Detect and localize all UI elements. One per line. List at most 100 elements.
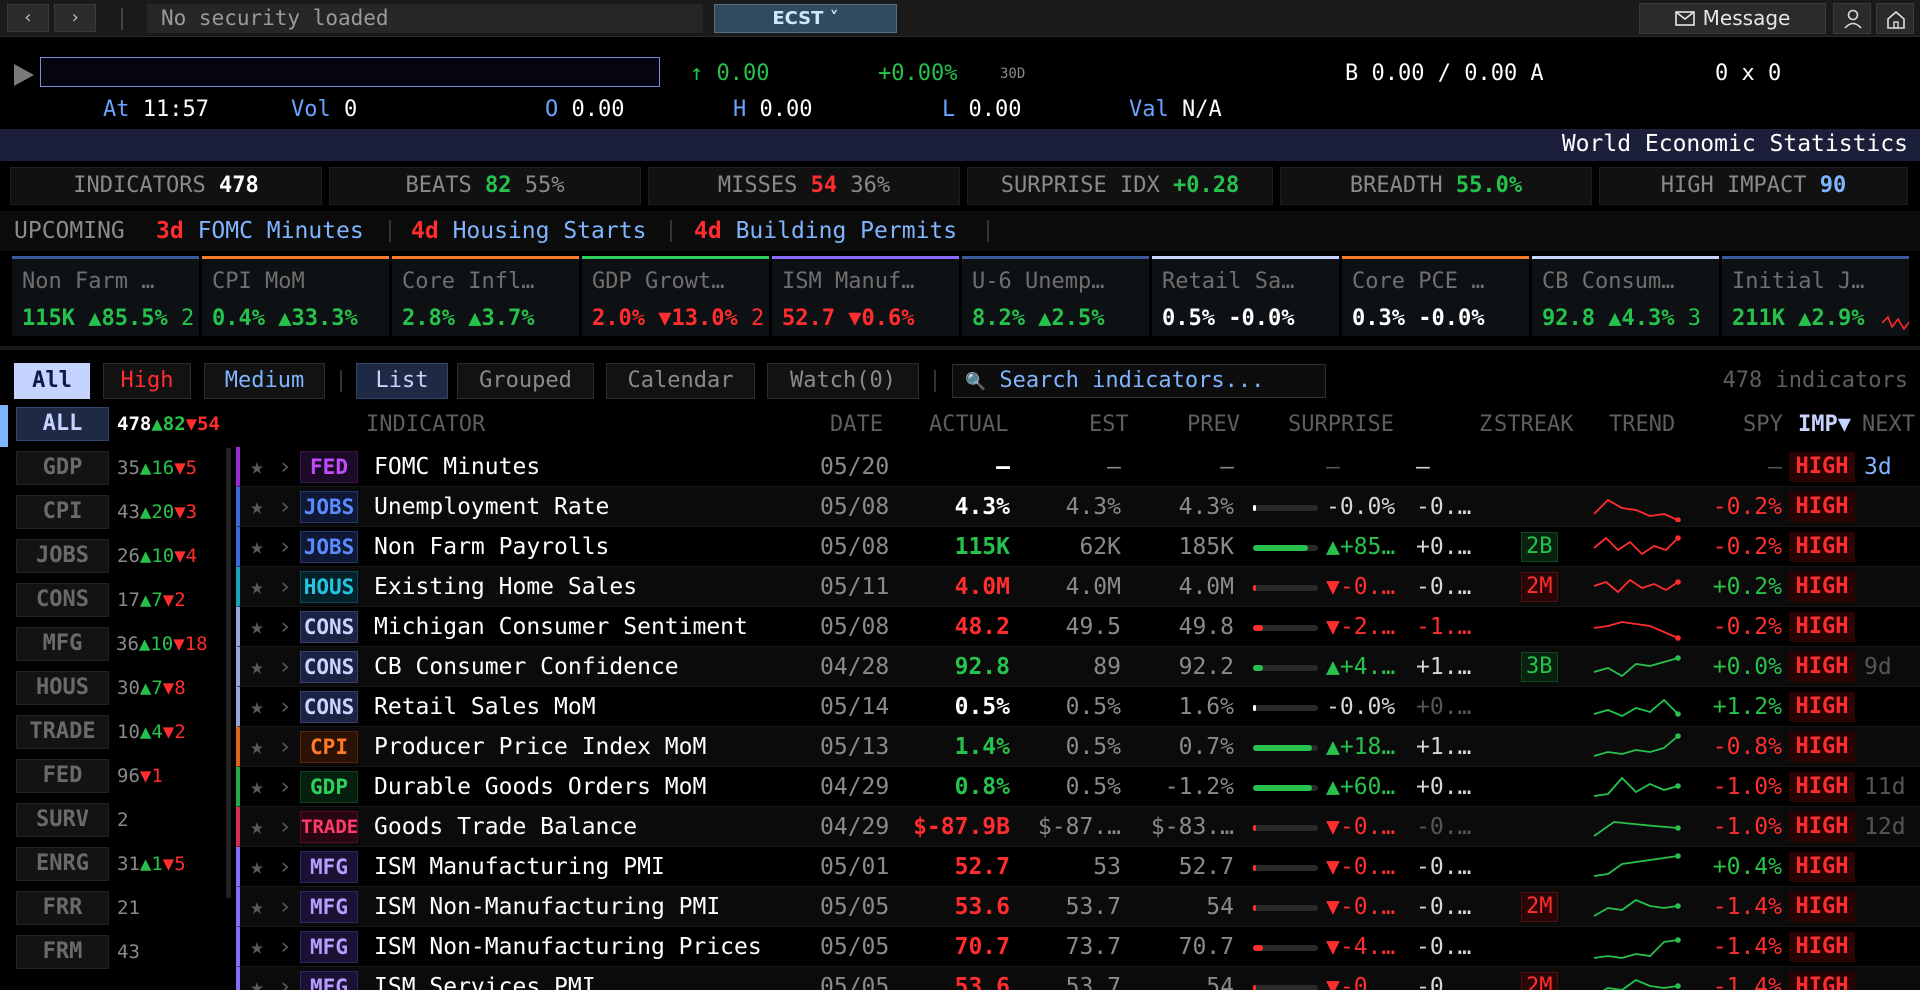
back-button[interactable]: ‹: [7, 4, 49, 32]
ticker-card[interactable]: Core Infl… 2.8% ▲3.7%: [392, 256, 579, 336]
home-button[interactable]: [1876, 3, 1914, 34]
category-frr-button[interactable]: FRR: [16, 891, 109, 925]
function-dropdown[interactable]: ECST ˅: [714, 4, 897, 33]
col-surprise[interactable]: SURPRISE: [1288, 412, 1394, 437]
col-spy[interactable]: SPY: [1743, 412, 1783, 437]
view-list-button[interactable]: List: [356, 363, 448, 399]
table-row[interactable]: ★ › CONS Retail Sales MoM 05/14 0.5% 0.5% 1.6% -…: [236, 687, 1920, 727]
table-row[interactable]: ★ › CONS Michigan Consumer Sentiment 05/08 48…: [236, 607, 1920, 647]
star-icon[interactable]: ★: [250, 734, 264, 760]
ticker-card[interactable]: Retail Sa… 0.5% -0.0%: [1152, 256, 1339, 336]
filter-all-button[interactable]: All: [14, 363, 90, 399]
indicator-name[interactable]: Existing Home Sales: [374, 574, 637, 600]
ticker-card[interactable]: Non Farm … 115K ▲85.5% 2: [12, 256, 199, 336]
category-trade-button[interactable]: TRADE: [16, 715, 109, 749]
card-scrollbar[interactable]: [0, 346, 1920, 350]
category-hous-button[interactable]: HOUS: [16, 671, 109, 705]
indicator-name[interactable]: Retail Sales MoM: [374, 694, 596, 720]
category-enrg-button[interactable]: ENRG: [16, 847, 109, 881]
star-icon[interactable]: ★: [250, 854, 264, 880]
col-est[interactable]: EST: [1089, 412, 1129, 437]
star-icon[interactable]: ★: [250, 894, 264, 920]
play-icon[interactable]: [14, 64, 34, 86]
sidebar-scrollbar[interactable]: [226, 448, 231, 898]
security-key-input[interactable]: [40, 57, 660, 87]
star-icon[interactable]: ★: [250, 934, 264, 960]
category-frm-button[interactable]: FRM: [16, 935, 109, 969]
category-jobs-button[interactable]: JOBS: [16, 539, 109, 573]
star-icon[interactable]: ★: [250, 574, 264, 600]
indicator-name[interactable]: ISM Manufacturing PMI: [374, 854, 665, 880]
indicator-name[interactable]: Durable Goods Orders MoM: [374, 774, 706, 800]
col-date[interactable]: DATE: [830, 412, 883, 437]
table-row[interactable]: ★ › MFG ISM Non-Manufacturing PMI 05/05 53.6 5…: [236, 887, 1920, 927]
table-row[interactable]: ★ › FED FOMC Minutes 05/20 — — — — — — HIGH 3d: [236, 447, 1920, 487]
table-row[interactable]: ★ › MFG ISM Manufacturing PMI 05/01 52.7 53 52.…: [236, 847, 1920, 887]
category-surv-button[interactable]: SURV: [16, 803, 109, 837]
star-icon[interactable]: ★: [250, 454, 264, 480]
chevron-right-icon[interactable]: ›: [278, 654, 292, 680]
ticker-card[interactable]: Initial J… 211K ▲2.9%: [1722, 256, 1909, 336]
view-calendar-button[interactable]: Calendar: [606, 363, 755, 399]
star-icon[interactable]: ★: [250, 534, 264, 560]
category-cpi-button[interactable]: CPI: [16, 495, 109, 529]
message-button[interactable]: Message: [1639, 3, 1826, 34]
indicator-name[interactable]: ISM Non-Manufacturing Prices: [374, 934, 762, 960]
category-gdp-button[interactable]: GDP: [16, 451, 109, 485]
col-streak[interactable]: STREAK: [1494, 412, 1573, 437]
col-z[interactable]: Z: [1479, 412, 1492, 437]
star-icon[interactable]: ★: [250, 614, 264, 640]
category-all-button[interactable]: ALL: [16, 407, 109, 441]
search-input[interactable]: 🔍 Search indicators...: [952, 364, 1326, 398]
star-icon[interactable]: ★: [250, 974, 264, 990]
chevron-right-icon[interactable]: ›: [278, 774, 292, 800]
star-icon[interactable]: ★: [250, 694, 264, 720]
view-watch-button[interactable]: Watch(0): [767, 363, 919, 399]
security-input[interactable]: No security loaded: [147, 4, 703, 33]
table-row[interactable]: ★ › MFG ISM Non-Manufacturing Prices 05/05 70…: [236, 927, 1920, 967]
table-row[interactable]: ★ › JOBS Non Farm Payrolls 05/08 115K 62K 185K ▲…: [236, 527, 1920, 567]
upcoming-item[interactable]: 4d Housing Starts: [411, 211, 646, 251]
ticker-card[interactable]: GDP Growt… 2.0% ▼13.0% 2: [582, 256, 769, 336]
indicator-name[interactable]: CB Consumer Confidence: [374, 654, 679, 680]
chevron-right-icon[interactable]: ›: [278, 454, 292, 480]
ticker-card[interactable]: CPI MoM 0.4% ▲33.3%: [202, 256, 389, 336]
col-impact[interactable]: IMP▼: [1798, 412, 1851, 437]
ticker-card[interactable]: CB Consum… 92.8 ▲4.3% 3: [1532, 256, 1719, 336]
table-row[interactable]: ★ › TRADE Goods Trade Balance 04/29 $-87.9B $-…: [236, 807, 1920, 847]
table-row[interactable]: ★ › MFG ISM Services PMI 05/05 53.6 53.7 54 ▼-0.…: [236, 967, 1920, 990]
indicator-name[interactable]: ISM Non-Manufacturing PMI: [374, 894, 720, 920]
table-row[interactable]: ★ › CONS CB Consumer Confidence 04/28 92.8 89 9…: [236, 647, 1920, 687]
table-row[interactable]: ★ › HOUS Existing Home Sales 05/11 4.0M 4.0M 4.…: [236, 567, 1920, 607]
filter-medium-button[interactable]: Medium: [204, 363, 325, 399]
chevron-right-icon[interactable]: ›: [278, 814, 292, 840]
view-grouped-button[interactable]: Grouped: [457, 363, 594, 399]
table-row[interactable]: ★ › GDP Durable Goods Orders MoM 04/29 0.8% 0.…: [236, 767, 1920, 807]
ticker-card[interactable]: Core PCE … 0.3% -0.0%: [1342, 256, 1529, 336]
indicator-name[interactable]: FOMC Minutes: [374, 454, 540, 480]
col-prev[interactable]: PREV: [1187, 412, 1240, 437]
star-icon[interactable]: ★: [250, 774, 264, 800]
indicator-name[interactable]: Non Farm Payrolls: [374, 534, 609, 560]
upcoming-item[interactable]: 3d FOMC Minutes: [156, 211, 364, 251]
star-icon[interactable]: ★: [250, 814, 264, 840]
chevron-right-icon[interactable]: ›: [278, 854, 292, 880]
user-button[interactable]: [1833, 3, 1871, 34]
chevron-right-icon[interactable]: ›: [278, 574, 292, 600]
star-icon[interactable]: ★: [250, 494, 264, 520]
chevron-right-icon[interactable]: ›: [278, 974, 292, 990]
star-icon[interactable]: ★: [250, 654, 264, 680]
chevron-right-icon[interactable]: ›: [278, 934, 292, 960]
indicator-name[interactable]: Michigan Consumer Sentiment: [374, 614, 748, 640]
col-indicator[interactable]: INDICATOR: [366, 412, 485, 437]
indicator-name[interactable]: Goods Trade Balance: [374, 814, 637, 840]
chevron-right-icon[interactable]: ›: [278, 694, 292, 720]
category-fed-button[interactable]: FED: [16, 759, 109, 793]
indicator-name[interactable]: Unemployment Rate: [374, 494, 609, 520]
chevron-right-icon[interactable]: ›: [278, 614, 292, 640]
upcoming-item[interactable]: 4d Building Permits: [694, 211, 957, 251]
chevron-right-icon[interactable]: ›: [278, 734, 292, 760]
filter-high-button[interactable]: High: [103, 363, 191, 399]
col-trend[interactable]: TREND: [1609, 412, 1675, 437]
col-next[interactable]: NEXT: [1862, 412, 1915, 437]
